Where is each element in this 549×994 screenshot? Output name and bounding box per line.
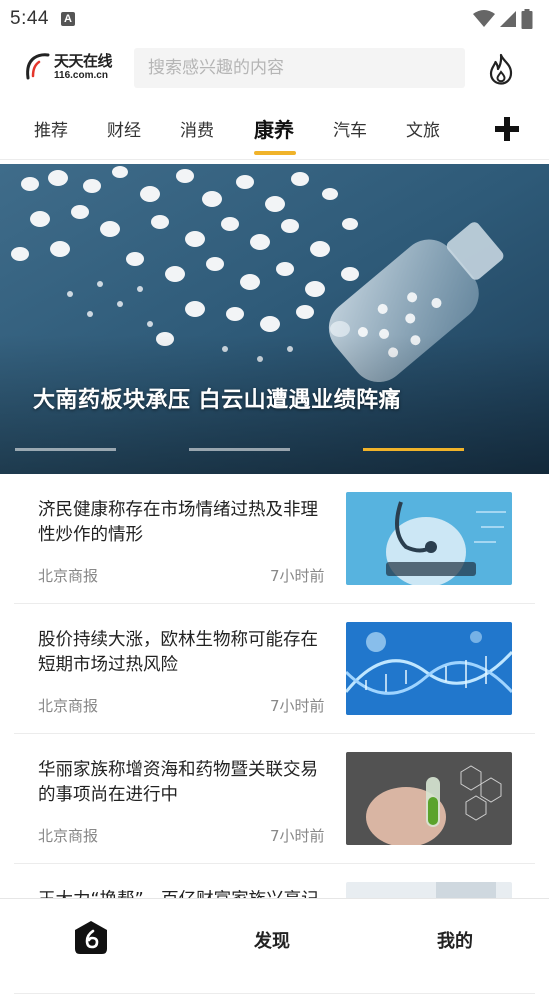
news-title[interactable]: 股价持续大涨，欧林生物称可能存在短期市场过热风险 bbox=[38, 628, 334, 678]
logo-name: 天天在线 bbox=[54, 52, 113, 70]
news-time: 7小时前 bbox=[270, 827, 325, 845]
tab-consumption[interactable]: 消费 bbox=[180, 116, 214, 141]
bottom-nav: 发现 我的 bbox=[0, 898, 549, 976]
logo[interactable]: 天天在线 116.com.cn bbox=[24, 50, 128, 84]
flame-icon bbox=[489, 53, 513, 85]
tab-auto[interactable]: 汽车 bbox=[333, 116, 367, 141]
status-time: 5:44 bbox=[10, 8, 49, 29]
news-title[interactable]: 华丽家族称增资海和药物暨关联交易的事项尚在进行中 bbox=[38, 758, 334, 808]
news-time: 7小时前 bbox=[270, 697, 325, 715]
news-item[interactable]: 股价持续大涨，欧林生物称可能存在短期市场过热风险 北京商报 7小时前 bbox=[14, 604, 535, 734]
news-title[interactable]: 济民健康称存在市场情绪过热及非理性炒作的情形 bbox=[38, 498, 334, 548]
news-source: 北京商报 bbox=[38, 567, 99, 585]
news-time: 7小时前 bbox=[270, 567, 325, 585]
home-logo-icon[interactable] bbox=[72, 919, 110, 957]
nav-mine[interactable]: 我的 bbox=[437, 927, 473, 953]
signal-icon bbox=[500, 11, 516, 27]
logo-mark-icon bbox=[26, 53, 50, 80]
news-thumbnail[interactable] bbox=[346, 622, 512, 715]
news-item[interactable]: 华丽家族称增资海和药物暨关联交易的事项尚在进行中 北京商报 7小时前 bbox=[14, 734, 535, 864]
nav-discover[interactable]: 发现 bbox=[254, 927, 290, 953]
tab-culture-travel[interactable]: 文旅 bbox=[406, 116, 440, 141]
carousel-dot-active[interactable] bbox=[363, 448, 464, 451]
news-thumbnail[interactable] bbox=[346, 752, 512, 845]
notification-icon: A bbox=[60, 12, 75, 26]
search-input[interactable] bbox=[134, 48, 465, 88]
carousel-dot[interactable] bbox=[15, 448, 116, 451]
category-tabs: 推荐 财经 消费 康养 汽车 文旅 bbox=[0, 100, 549, 160]
tab-finance[interactable]: 财经 bbox=[107, 116, 141, 141]
tab-recommend[interactable]: 推荐 bbox=[34, 116, 68, 141]
hot-button[interactable] bbox=[482, 50, 520, 88]
status-icons bbox=[473, 9, 533, 29]
battery-icon bbox=[521, 9, 533, 29]
tab-indicator bbox=[254, 151, 296, 155]
news-source: 北京商报 bbox=[38, 697, 99, 715]
news-item[interactable]: 济民健康称存在市场情绪过热及非理性炒作的情形 北京商报 7小时前 bbox=[14, 474, 535, 604]
news-thumbnail[interactable] bbox=[346, 492, 512, 585]
banner-title[interactable]: 大南药板块承压 白云山遭遇业绩阵痛 bbox=[33, 382, 401, 414]
wifi-icon bbox=[473, 10, 495, 27]
news-source: 北京商报 bbox=[38, 827, 99, 845]
logo-domain: 116.com.cn bbox=[54, 70, 108, 81]
header: 天天在线 116.com.cn bbox=[0, 46, 549, 90]
tab-health[interactable]: 康养 bbox=[254, 114, 294, 143]
banner-carousel[interactable]: 大南药板块承压 白云山遭遇业绩阵痛 bbox=[0, 164, 549, 474]
carousel-dot[interactable] bbox=[189, 448, 290, 451]
banner-image bbox=[0, 164, 549, 474]
plus-icon[interactable] bbox=[492, 114, 522, 144]
status-bar: 5:44 A bbox=[0, 0, 549, 38]
